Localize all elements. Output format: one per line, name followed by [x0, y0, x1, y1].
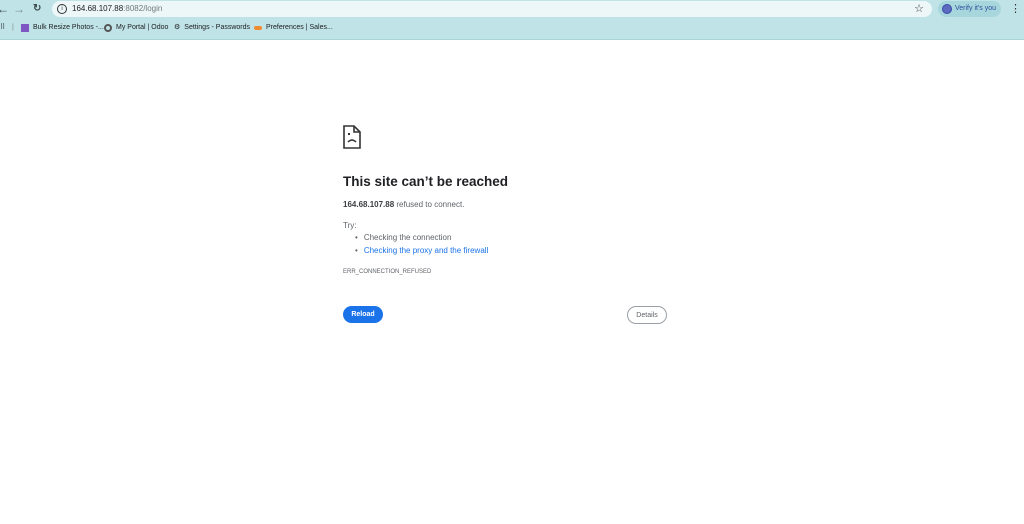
- suggestion-item: Checking the connection: [355, 233, 488, 246]
- try-label: Try:: [343, 221, 357, 230]
- bookmark-item[interactable]: Preferences | Sales...: [254, 22, 333, 34]
- avatar: [942, 4, 952, 14]
- forward-icon[interactable]: →: [13, 2, 25, 16]
- site-info-icon[interactable]: i: [57, 4, 67, 14]
- reload-icon[interactable]: ↻: [33, 3, 41, 14]
- url-path: :8082/login: [123, 4, 163, 13]
- error-message-text: refused to connect.: [394, 200, 465, 209]
- bookmark-divider: |: [12, 24, 14, 31]
- back-icon[interactable]: ←: [0, 2, 9, 16]
- apps-icon[interactable]: ⠿: [0, 22, 5, 34]
- suggestion-list: Checking the connection Checking the pro…: [355, 233, 489, 259]
- sad-page-icon: [343, 125, 361, 149]
- bookmark-item[interactable]: ⚙ Settings - Passwords: [174, 22, 250, 34]
- error-code: ERR_CONNECTION_REFUSED: [343, 269, 432, 275]
- proxy-firewall-link[interactable]: Checking the proxy and the firewall: [364, 246, 489, 255]
- bookmark-label: Settings - Passwords: [184, 24, 251, 31]
- verify-label: Verify it's you: [955, 5, 997, 12]
- suggestion-text: Checking the connection: [363, 233, 452, 242]
- error-title: This site can’t be reached: [343, 174, 509, 189]
- salesforce-icon: [254, 26, 262, 30]
- error-host: 164.68.107.88: [343, 200, 395, 209]
- bookmark-item[interactable]: Bulk Resize Photos -...: [21, 22, 104, 34]
- bookmark-label: Bulk Resize Photos -...: [33, 24, 104, 31]
- error-message: 164.68.107.88 refused to connect.: [343, 200, 464, 209]
- odoo-icon: [104, 24, 112, 32]
- details-button[interactable]: Details: [627, 306, 667, 324]
- address-bar[interactable]: i 164.68.107.88:8082/login: [52, 1, 932, 17]
- browser-toolbar: ← → ↻ i 164.68.107.88:8082/login ☆ Verif…: [0, 0, 1024, 40]
- url-host: 164.68.107.88: [72, 4, 124, 13]
- bookmark-label: My Portal | Odoo: [116, 24, 169, 31]
- bookmark-label: Preferences | Sales...: [266, 24, 333, 31]
- bookmark-star-icon[interactable]: ☆: [914, 2, 924, 15]
- reload-button[interactable]: Reload: [343, 306, 383, 323]
- bookmark-item[interactable]: My Portal | Odoo: [104, 22, 168, 34]
- suggestion-link[interactable]: Checking the proxy and the firewall: [355, 246, 489, 259]
- menu-icon[interactable]: ⋮: [1010, 2, 1021, 15]
- photo-icon: [21, 24, 29, 32]
- gear-icon: ⚙: [174, 24, 181, 31]
- verify-profile-button[interactable]: Verify it's you: [938, 1, 1001, 17]
